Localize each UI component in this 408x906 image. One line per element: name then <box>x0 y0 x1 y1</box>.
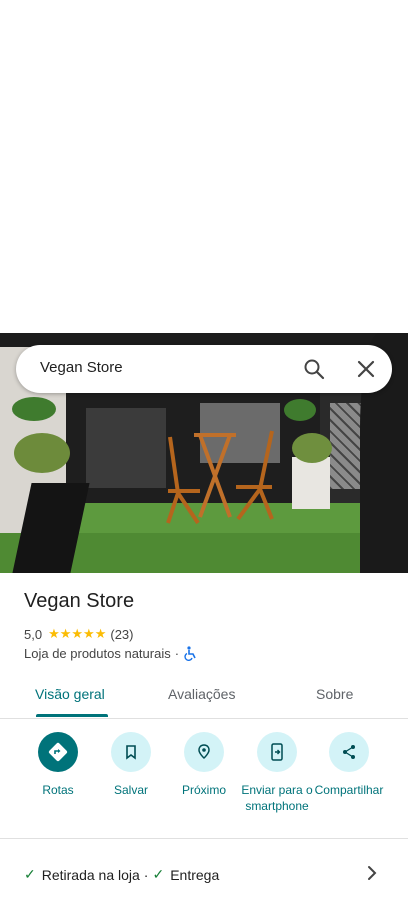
services-row[interactable]: ✓ Retirada na loja · ✓ Entrega <box>24 866 219 883</box>
bookmark-icon[interactable] <box>111 732 151 772</box>
category-row: Loja de produtos naturais · <box>24 646 197 661</box>
share-icon[interactable] <box>329 732 369 772</box>
separator: · <box>174 646 180 661</box>
service-separator: · <box>143 866 149 883</box>
save-button[interactable]: Salvar <box>91 730 171 798</box>
photo-shelf <box>86 408 166 488</box>
check-icon: ✓ <box>24 866 36 882</box>
wheelchair-icon <box>184 646 196 661</box>
service-delivery: Entrega <box>170 866 220 883</box>
photo-pot <box>292 457 330 509</box>
search-icon[interactable] <box>302 357 326 381</box>
send-to-phone-label: Enviar para o smartphone <box>241 783 313 813</box>
directions-icon[interactable] <box>38 732 78 772</box>
nearby-icon[interactable] <box>184 732 224 772</box>
rating-value: 5,0 <box>24 626 43 642</box>
review-count[interactable]: (23) <box>110 627 133 642</box>
photo-chair <box>236 430 274 521</box>
service-pickup: Retirada na loja <box>41 866 140 883</box>
photo-plant <box>12 397 56 421</box>
check-icon: ✓ <box>152 866 165 882</box>
nearby-label: Próximo <box>181 783 226 797</box>
send-to-phone-icon[interactable] <box>257 732 297 772</box>
tab-bar: Visão geral Avaliações Sobre <box>0 672 408 719</box>
nearby-button[interactable]: Próximo <box>164 730 244 798</box>
place-category: Loja de produtos naturais <box>24 646 171 661</box>
directions-label: Rotas <box>42 783 74 797</box>
divider <box>0 838 408 839</box>
action-row: Rotas Salvar Próximo Enviar para o smart… <box>0 730 408 830</box>
search-bar[interactable]: Vegan Store <box>16 345 392 393</box>
rating-row[interactable]: 5,0 ★★★★★ (23) <box>24 625 133 643</box>
photo-plant <box>284 399 316 421</box>
rating-stars: ★★★★★ <box>48 626 107 641</box>
tab-overview[interactable]: Visão geral <box>35 686 105 702</box>
tab-indicator <box>36 714 108 717</box>
close-icon[interactable] <box>354 357 378 381</box>
place-title: Vegan Store <box>24 590 135 612</box>
directions-button[interactable]: Rotas <box>18 730 98 798</box>
share-label: Compartilhar <box>314 783 384 797</box>
tab-about[interactable]: Sobre <box>316 686 353 702</box>
chevron-right-icon[interactable] <box>364 864 380 882</box>
save-label: Salvar <box>113 783 148 797</box>
search-input[interactable]: Vegan Store <box>40 359 123 376</box>
tab-reviews[interactable]: Avaliações <box>168 686 235 702</box>
send-to-phone-button[interactable]: Enviar para o smartphone <box>237 730 317 814</box>
photo-plant <box>14 433 70 473</box>
share-button[interactable]: Compartilhar <box>309 730 389 798</box>
photo-plant <box>292 433 332 463</box>
